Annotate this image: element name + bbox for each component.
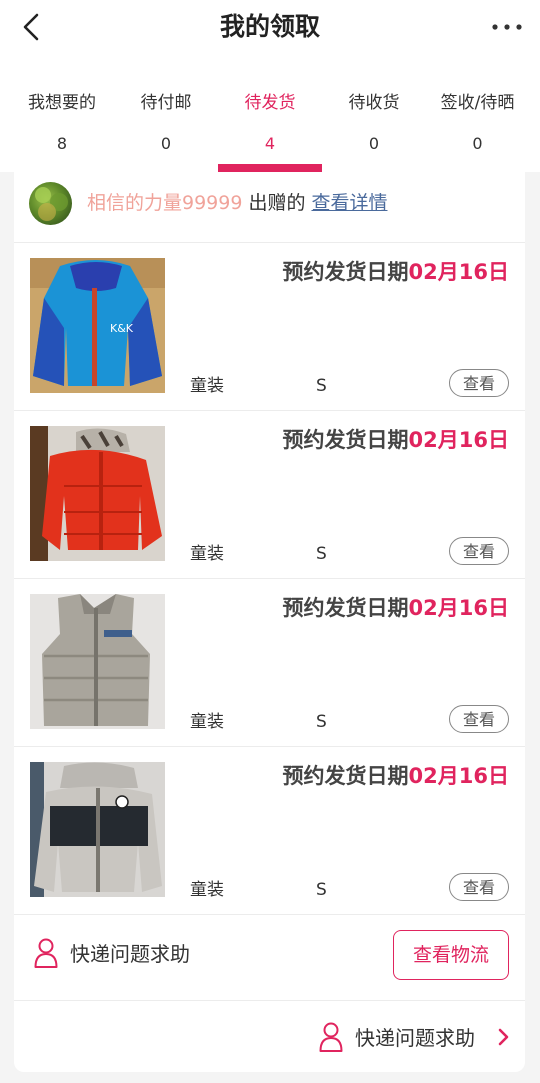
help-row: 快递问题求助 查看物流 xyxy=(14,914,525,1001)
ship-date: 预约发货日期02月16日 xyxy=(283,258,509,286)
view-button[interactable]: 查看 xyxy=(449,873,509,901)
courier-help-footer-link[interactable]: 快递问题求助 xyxy=(319,1022,511,1054)
item-photo[interactable] xyxy=(30,762,165,897)
ship-date-value: 02月16日 xyxy=(408,428,509,452)
more-dots-icon[interactable] xyxy=(490,14,524,40)
ship-date: 预约发货日期02月16日 xyxy=(283,426,509,454)
tab-signed-review[interactable]: 签收/待晒 0 xyxy=(425,82,530,172)
tab-count: 8 xyxy=(56,134,68,153)
header-bar: 我的领取 我想要的 8 待付邮 0 待发货 4 待收货 0 签收/待晒 0 xyxy=(0,0,540,172)
ship-date-value: 02月16日 xyxy=(408,260,509,284)
tab-count: 0 xyxy=(160,134,172,153)
item-size: S xyxy=(316,880,327,900)
tab-pending-shipment[interactable]: 待发货 4 xyxy=(218,82,322,172)
list-item[interactable]: 预约发货日期02月16日 童装 S 查看 xyxy=(14,578,525,747)
tab-count: 0 xyxy=(368,134,380,153)
avatar[interactable] xyxy=(29,182,72,225)
tab-label: 签收/待晒 xyxy=(440,93,515,113)
item-category: 童装 xyxy=(190,544,224,564)
view-button[interactable]: 查看 xyxy=(449,705,509,733)
view-logistics-button[interactable]: 查看物流 xyxy=(393,930,509,980)
giver-name[interactable]: 相信的力量99999 xyxy=(87,192,242,214)
item-photo[interactable]: K&K xyxy=(30,258,165,393)
svg-text:K&K: K&K xyxy=(110,322,134,335)
tab-label: 我想要的 xyxy=(28,93,96,113)
page-title: 我的领取 xyxy=(219,12,320,41)
tab-pending-receipt[interactable]: 待收货 0 xyxy=(322,82,426,172)
tab-count: 4 xyxy=(264,134,276,153)
list-item[interactable]: 预约发货日期02月16日 童装 S 查看 xyxy=(14,410,525,579)
item-category: 童装 xyxy=(190,880,224,900)
help-label: 快递问题求助 xyxy=(355,1026,475,1050)
ship-date-label: 预约发货日期 xyxy=(282,428,409,452)
item-photo[interactable] xyxy=(30,426,165,561)
active-tab-indicator xyxy=(218,164,322,172)
order-card: 相信的力量99999 出赠的 查看详情 K&K 预约发货日期02月16日 童装 S … xyxy=(14,172,525,1072)
ship-date-label: 预约发货日期 xyxy=(282,596,409,620)
ship-date-value: 02月16日 xyxy=(408,596,509,620)
person-icon xyxy=(319,1022,343,1052)
status-tabs: 我想要的 8 待付邮 0 待发货 4 待收货 0 签收/待晒 0 xyxy=(0,82,540,172)
ship-date-label: 预约发货日期 xyxy=(282,260,409,284)
item-size: S xyxy=(316,712,327,732)
item-category: 童装 xyxy=(190,712,224,732)
giver-row: 相信的力量99999 出赠的 查看详情 xyxy=(14,172,525,243)
item-size: S xyxy=(316,376,327,396)
item-category: 童装 xyxy=(190,376,224,396)
view-button[interactable]: 查看 xyxy=(449,537,509,565)
giver-action: 出赠的 xyxy=(248,192,306,214)
ship-date-value: 02月16日 xyxy=(408,764,509,788)
view-details-link[interactable]: 查看详情 xyxy=(311,192,387,214)
tab-count: 0 xyxy=(472,134,483,153)
ship-date: 预约发货日期02月16日 xyxy=(283,594,509,622)
help-label: 快递问题求助 xyxy=(70,942,190,966)
giver-info: 相信的力量99999 出赠的 查看详情 xyxy=(87,190,387,216)
item-photo[interactable] xyxy=(30,594,165,729)
tab-pending-postage[interactable]: 待付邮 0 xyxy=(114,82,218,172)
list-item[interactable]: K&K 预约发货日期02月16日 童装 S 查看 xyxy=(14,242,525,411)
person-icon xyxy=(34,938,58,968)
tab-label: 待付邮 xyxy=(140,93,192,113)
ship-date-label: 预约发货日期 xyxy=(282,764,409,788)
tab-label: 待收货 xyxy=(348,93,400,113)
chevron-right-icon xyxy=(498,1028,509,1046)
ship-date: 预约发货日期02月16日 xyxy=(283,762,509,790)
tab-label: 待发货 xyxy=(244,93,296,113)
item-size: S xyxy=(316,544,327,564)
list-item[interactable]: 预约发货日期02月16日 童装 S 查看 xyxy=(14,746,525,915)
tab-wanted[interactable]: 我想要的 8 xyxy=(10,82,114,172)
view-button[interactable]: 查看 xyxy=(449,369,509,397)
